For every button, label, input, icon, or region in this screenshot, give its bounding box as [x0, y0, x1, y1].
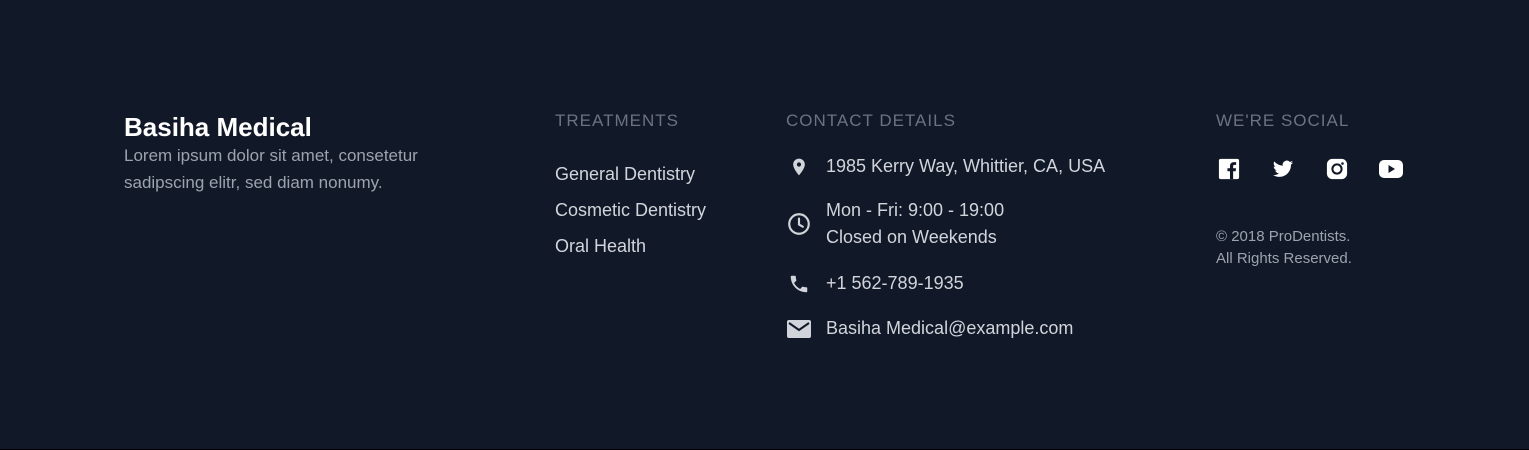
contact-address: 1985 Kerry Way, Whittier, CA, USA: [826, 156, 1106, 176]
social-heading: WE'RE SOCIAL: [1216, 111, 1350, 130]
contact-address-row: 1985 Kerry Way, Whittier, CA, USA: [786, 153, 1105, 180]
facebook-icon[interactable]: [1216, 156, 1242, 182]
treatment-link-general-dentistry[interactable]: General Dentistry: [555, 156, 755, 192]
contact-phone-row: +1 562-789-1935: [786, 270, 964, 297]
treatments-list: General Dentistry Cosmetic Dentistry Ora…: [555, 156, 755, 264]
contact-email-link[interactable]: Basiha Medical@example.com: [826, 315, 1073, 342]
contact-hours-weekdays: Mon - Fri: 9:00 - 19:00: [826, 200, 1005, 220]
copyright-line-2: All Rights Reserved.: [1216, 250, 1352, 267]
contact-phone-link[interactable]: +1 562-789-1935: [826, 270, 964, 297]
brand-description: Lorem ipsum dolor sit amet, consetetur s…: [124, 146, 418, 192]
location-pin-icon: [786, 154, 812, 180]
clock-icon: [786, 211, 812, 237]
contact-column: CONTACT DETAILS 1985 Kerry Way, Whittier…: [786, 111, 1166, 338]
brand-block: Basiha Medical Lorem ipsum dolor sit ame…: [124, 112, 464, 196]
treatments-heading: TREATMENTS: [555, 111, 679, 130]
treatment-link-oral-health[interactable]: Oral Health: [555, 228, 755, 264]
contact-hours: Mon - Fri: 9:00 - 19:00 Closed on Weeken…: [826, 197, 1004, 251]
contact-email-row: Basiha Medical@example.com: [786, 315, 1073, 342]
mail-icon: [786, 316, 812, 342]
social-icons: [1216, 156, 1436, 182]
contact-hours-weekends: Closed on Weekends: [826, 227, 997, 247]
phone-icon: [786, 271, 812, 297]
copyright-line-1: © 2018 ProDentists.: [1216, 228, 1351, 245]
treatment-link-cosmetic-dentistry[interactable]: Cosmetic Dentistry: [555, 192, 755, 228]
site-footer: Basiha Medical Lorem ipsum dolor sit ame…: [0, 0, 1529, 450]
brand-name: Basiha Medical: [124, 112, 312, 142]
copyright-text: © 2018 ProDentists. All Rights Reserved.: [1216, 226, 1436, 270]
treatments-column: TREATMENTS General Dentistry Cosmetic De…: [555, 111, 755, 264]
youtube-icon[interactable]: [1378, 156, 1404, 182]
contact-heading: CONTACT DETAILS: [786, 111, 956, 130]
twitter-icon[interactable]: [1270, 156, 1296, 182]
instagram-icon[interactable]: [1324, 156, 1350, 182]
social-column: WE'RE SOCIAL © 2018 ProDentists. All Rig…: [1216, 111, 1436, 270]
contact-hours-row: Mon - Fri: 9:00 - 19:00 Closed on Weeken…: [786, 197, 1004, 251]
